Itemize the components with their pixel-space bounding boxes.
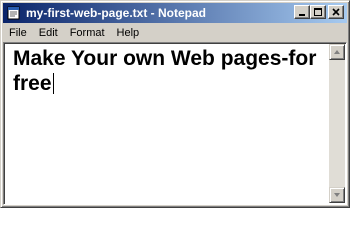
menu-help[interactable]: Help [111, 24, 146, 42]
window-title: my-first-web-page.txt - Notepad [26, 6, 207, 20]
title-bar[interactable]: my-first-web-page.txt - Notepad [3, 3, 347, 23]
arrow-down-icon [334, 193, 340, 197]
notepad-icon[interactable] [6, 5, 22, 21]
editor-content: Make Your own Web pages-for free [13, 47, 317, 95]
vertical-scrollbar[interactable] [329, 44, 345, 203]
notepad-window: my-first-web-page.txt - Notepad File Edi… [0, 0, 350, 208]
window-controls [294, 5, 344, 19]
text-caret [52, 73, 54, 94]
minimize-button[interactable] [294, 5, 310, 19]
scroll-down-button[interactable] [329, 187, 345, 203]
menu-bar: File Edit Format Help [3, 24, 347, 42]
arrow-up-icon [334, 50, 340, 54]
scroll-up-button[interactable] [329, 44, 345, 60]
menu-edit[interactable]: Edit [33, 24, 64, 42]
close-button[interactable] [328, 5, 344, 19]
close-icon [332, 8, 340, 16]
minimize-icon [299, 14, 305, 16]
text-editor[interactable]: Make Your own Web pages-for free [3, 42, 347, 205]
editor-text-area[interactable]: Make Your own Web pages-for free [13, 46, 325, 96]
maximize-button[interactable] [310, 5, 326, 19]
menu-file[interactable]: File [3, 24, 33, 42]
menu-format[interactable]: Format [64, 24, 111, 42]
maximize-icon [314, 8, 322, 16]
